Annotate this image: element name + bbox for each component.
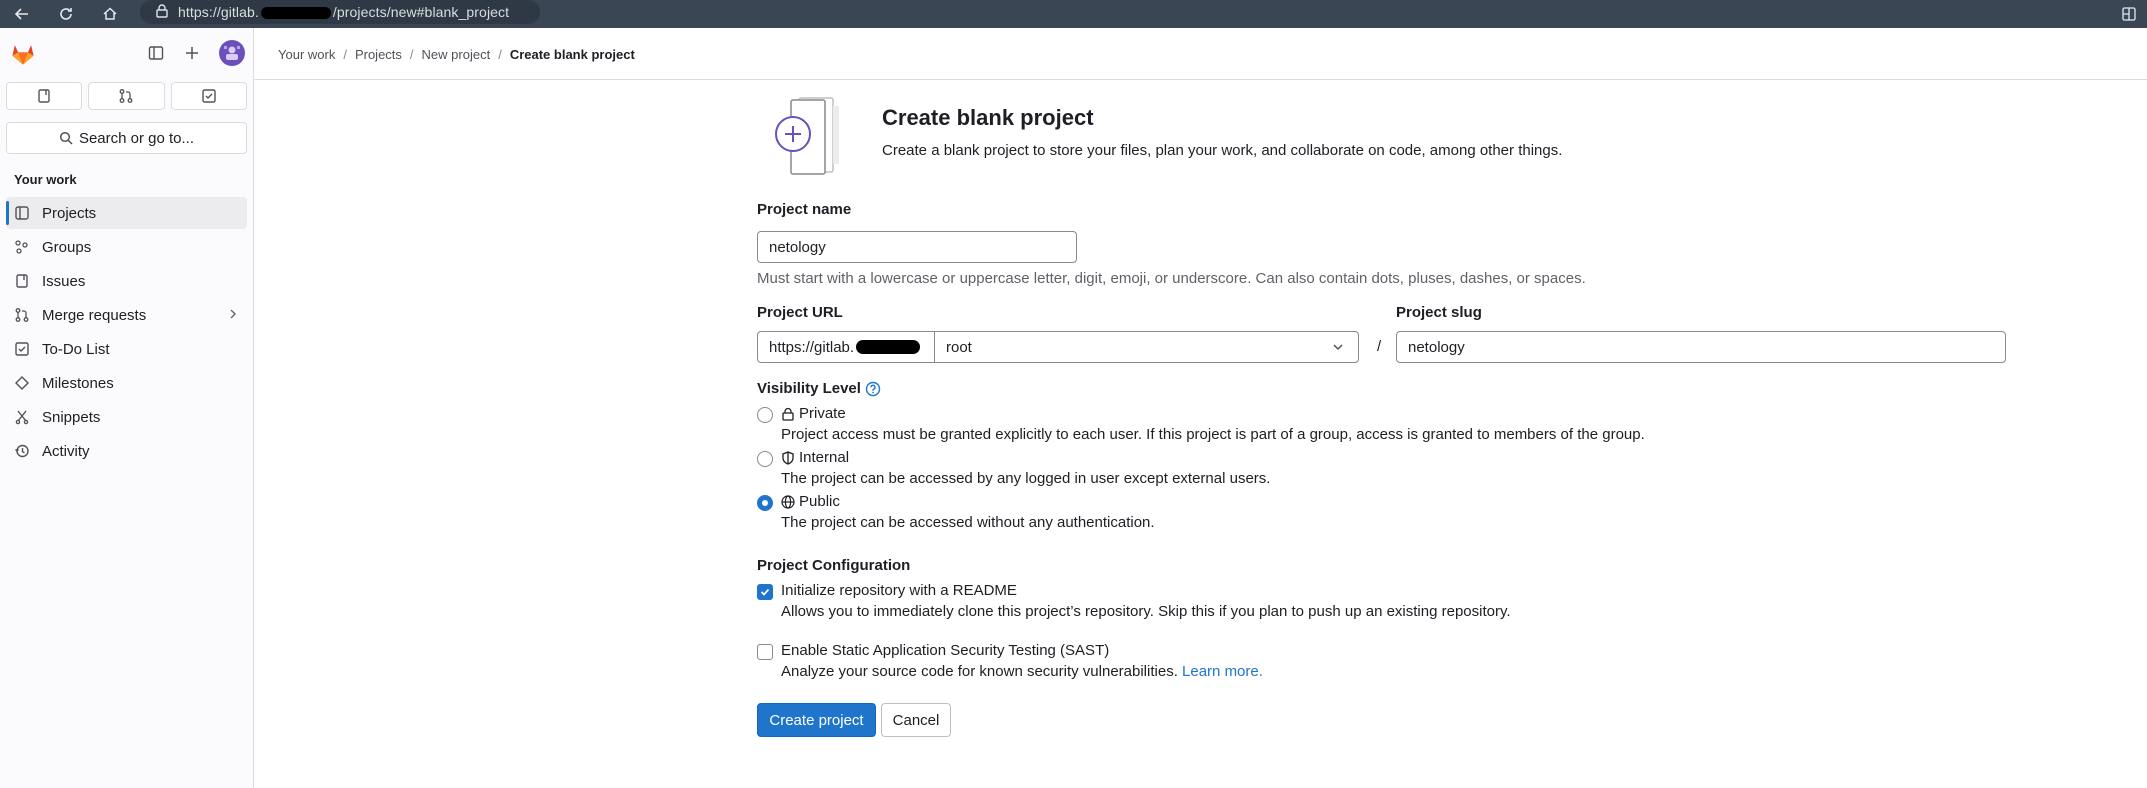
reload-icon[interactable] [44,0,88,28]
sidebar-item-label: Issues [42,272,86,290]
sidebar-item-todo-list[interactable]: To-Do List [6,333,247,365]
search-icon [59,131,73,145]
chevron-right-icon[interactable] [229,308,237,322]
todos-counter[interactable] [170,82,247,110]
lock-icon [156,3,168,21]
breadcrumb-projects[interactable]: Projects [355,47,402,62]
address-bar[interactable]: https://gitlab./projects/new#blank_proje… [140,0,540,24]
plus-icon[interactable] [183,44,201,62]
breadcrumb-new-project[interactable]: New project [422,47,491,62]
project-slug-input[interactable]: netology [1396,331,2006,363]
sidebar-section-title: Your work [14,172,77,187]
merge-request-icon [14,307,30,323]
create-project-button[interactable]: Create project [757,703,876,737]
sidebar-item-label: Groups [42,238,92,256]
toggle-sidebar-icon[interactable] [147,44,165,62]
namespace-select[interactable]: root [934,331,1359,363]
sidebar-item-label: To-Do List [42,340,110,358]
visibility-private-label: Private [781,405,846,422]
project-configuration-label: Project Configuration [757,557,911,574]
readme-description: Allows you to immediately clone this pro… [781,603,1511,620]
url-text: https://gitlab./projects/new#blank_proje… [178,4,510,20]
snippet-icon [14,409,30,425]
sidebar-item-groups[interactable]: Groups [6,231,247,263]
readme-label: Initialize repository with a README [781,582,1017,599]
avatar[interactable] [219,40,245,66]
back-icon[interactable] [0,0,44,28]
visibility-private-description: Project access must be granted explicitl… [781,426,1645,443]
issues-icon [14,273,30,289]
redacted-host [260,7,331,20]
lock-icon [782,407,794,421]
visibility-internal-label: Internal [781,449,849,466]
cancel-button[interactable]: Cancel [881,703,951,737]
todo-icon [202,89,216,103]
visibility-level-label: Visibility Level [757,380,881,397]
project-name-help: Must start with a lowercase or uppercase… [757,270,1586,287]
issues-icon [38,89,50,103]
todo-icon [14,341,30,357]
project-name-input[interactable]: netology [757,231,1077,263]
milestone-icon [14,375,30,391]
sast-checkbox[interactable] [757,644,773,660]
page-title: Create blank project [882,105,1094,130]
help-icon[interactable] [865,381,881,397]
url-slug-separator: / [1377,338,1382,355]
page-description: Create a blank project to store your fil… [882,142,1563,159]
merge-requests-counter[interactable] [88,82,165,110]
browser-toolbar: https://gitlab./projects/new#blank_proje… [0,0,2147,28]
breadcrumb-current[interactable]: Create blank project [510,47,635,62]
namespace-value: root [946,338,972,356]
sidebar: Search or go to... Your work Projects Gr… [0,28,254,788]
group-icon [14,239,30,255]
visibility-internal-description: The project can be accessed by any logge… [781,470,1271,487]
assigned-issues-counter[interactable] [6,82,83,110]
sidebar-item-label: Projects [42,204,97,222]
search-button[interactable]: Search or go to... [6,122,247,154]
visibility-private-radio[interactable] [757,407,773,423]
history-icon [14,443,30,459]
search-label: Search or go to... [78,129,195,147]
sidebar-item-label: Milestones [42,374,114,392]
sidebar-item-label: Snippets [42,408,101,426]
visibility-public-label: Public [781,493,840,510]
visibility-public-description: The project can be accessed without any … [781,514,1155,531]
globe-icon [781,494,795,509]
chevron-down-icon [1332,340,1344,357]
sidebar-item-activity[interactable]: Activity [6,435,247,467]
project-name-label: Project name [757,201,852,218]
project-slug-label: Project slug [1396,304,1482,321]
sidebar-item-label: Merge requests [42,306,147,324]
sidebar-item-issues[interactable]: Issues [6,265,247,297]
project-url-prefix: https://gitlab. [757,331,935,363]
sidebar-item-merge-requests[interactable]: Merge requests [6,299,247,331]
visibility-public-radio[interactable] [757,495,773,511]
sidebar-item-label: Activity [42,442,90,460]
sidebar-header [0,28,253,80]
sidebar-item-snippets[interactable]: Snippets [6,401,247,433]
blank-project-illustration-icon [775,97,839,175]
redacted-host [856,340,921,354]
visibility-internal-radio[interactable] [757,451,773,467]
sast-description: Analyze your source code for known secur… [781,663,1263,680]
breadcrumb: Your work / Projects / New project / Cre… [278,46,635,62]
learn-more-link[interactable]: Learn more. [1182,663,1263,680]
check-icon [760,588,770,596]
breadcrumb-your-work[interactable]: Your work [278,47,335,62]
project-icon [14,205,30,221]
extensions-icon[interactable] [2119,4,2139,24]
merge-request-icon [120,89,133,103]
shield-icon [782,450,794,465]
readme-checkbox[interactable] [757,584,773,600]
sidebar-item-projects[interactable]: Projects [6,197,247,229]
gitlab-logo-icon[interactable] [10,41,36,67]
project-url-label: Project URL [757,304,843,321]
home-icon[interactable] [88,0,132,28]
sidebar-item-milestones[interactable]: Milestones [6,367,247,399]
sast-label: Enable Static Application Security Testi… [781,642,1110,659]
